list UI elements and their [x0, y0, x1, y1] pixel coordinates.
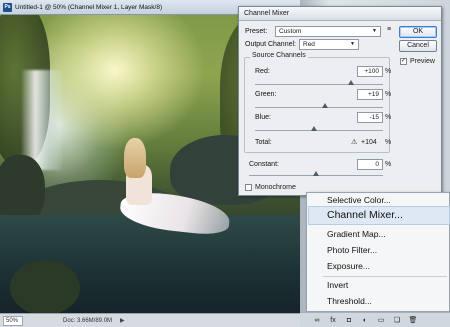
- preset-value: Custom: [279, 28, 302, 35]
- output-channel-label: Output Channel:: [245, 41, 296, 48]
- constant-value-field[interactable]: 0: [357, 159, 383, 170]
- menu-item-photo-filter[interactable]: Photo Filter...: [327, 245, 377, 255]
- link-layers-icon[interactable]: ∞: [312, 315, 322, 325]
- cancel-button[interactable]: Cancel: [399, 40, 437, 52]
- add-mask-icon[interactable]: ◘: [344, 315, 354, 325]
- preset-options-icon[interactable]: ≡: [387, 26, 391, 33]
- red-slider-thumb[interactable]: [348, 80, 354, 85]
- red-label: Red:: [255, 68, 270, 75]
- preset-select[interactable]: Custom ▼: [275, 26, 381, 37]
- output-channel-select[interactable]: Red ▼: [299, 39, 359, 50]
- green-label: Green:: [255, 91, 277, 98]
- adjustment-layer-icon[interactable]: ◐: [360, 315, 370, 325]
- green-slider-track[interactable]: [255, 107, 383, 108]
- blue-slider-track[interactable]: [255, 130, 383, 131]
- status-menu-arrow-icon[interactable]: ▶: [120, 317, 125, 324]
- red-value-field[interactable]: +100: [357, 66, 383, 77]
- canvas-figure-hair: [124, 138, 146, 178]
- zoom-level-field[interactable]: 50%: [3, 315, 23, 326]
- folder-icon[interactable]: ▭: [376, 315, 386, 325]
- layers-panel-toolbar: ∞ fx ◘ ◐ ▭ ❏ 🗑: [300, 312, 450, 327]
- chevron-down-icon: ▼: [350, 41, 355, 47]
- menu-item-threshold[interactable]: Threshold...: [327, 296, 372, 306]
- monochrome-checkbox[interactable]: [245, 184, 252, 191]
- total-percent: %: [385, 139, 392, 146]
- blue-label: Blue:: [255, 114, 271, 121]
- output-channel-value: Red: [303, 41, 315, 48]
- green-value-field[interactable]: +19: [357, 89, 383, 100]
- blue-percent: %: [385, 114, 392, 121]
- preset-label: Preset:: [245, 28, 268, 35]
- document-title: Untitled-1 @ 50% (Channel Mixer 1, Layer…: [15, 3, 163, 11]
- menu-separator: [323, 276, 447, 277]
- adjustment-layer-menu: Selective Color... Channel Mixer... Grad…: [306, 192, 450, 312]
- channel-mixer-dialog: Channel Mixer Preset: Custom ▼ ≡ Output …: [238, 6, 442, 196]
- total-value: +104: [361, 139, 377, 146]
- ok-button[interactable]: OK: [399, 26, 437, 38]
- constant-percent: %: [385, 161, 392, 168]
- menu-item-gradient-map[interactable]: Gradient Map...: [327, 229, 386, 239]
- red-percent: %: [385, 68, 392, 75]
- menu-item-selective-color[interactable]: Selective Color...: [327, 195, 391, 205]
- new-layer-icon[interactable]: ❏: [392, 315, 402, 325]
- constant-slider-thumb[interactable]: [313, 171, 319, 176]
- dialog-title[interactable]: Channel Mixer: [239, 7, 441, 21]
- warning-icon: ⚠: [351, 139, 358, 146]
- document-statusbar: 50% Doc: 3.66M/89.0M ▶: [0, 313, 300, 327]
- blue-slider-thumb[interactable]: [311, 126, 318, 131]
- blue-value-field[interactable]: -15: [357, 112, 383, 123]
- menu-item-channel-mixer[interactable]: Channel Mixer...: [327, 209, 403, 221]
- monochrome-label: Monochrome: [255, 184, 296, 191]
- doc-size-info[interactable]: Doc: 3.66M/89.0M: [63, 318, 112, 324]
- canvas-bush: [10, 260, 80, 313]
- preview-checkbox[interactable]: ✓: [400, 58, 407, 65]
- checkmark-icon: ✓: [401, 58, 407, 64]
- menu-item-invert[interactable]: Invert: [327, 280, 348, 290]
- preview-label: Preview: [410, 58, 435, 65]
- green-slider-thumb[interactable]: [322, 103, 329, 108]
- green-percent: %: [385, 91, 392, 98]
- chevron-down-icon: ▼: [372, 28, 377, 34]
- source-channels-label: Source Channels: [250, 52, 308, 59]
- total-label: Total:: [255, 139, 272, 146]
- red-slider-track[interactable]: [255, 84, 383, 85]
- trash-icon[interactable]: 🗑: [408, 315, 418, 325]
- fx-icon[interactable]: fx: [328, 315, 338, 325]
- photoshop-app-icon: Ps: [3, 2, 12, 12]
- menu-item-exposure[interactable]: Exposure...: [327, 261, 370, 271]
- constant-label: Constant:: [249, 161, 279, 168]
